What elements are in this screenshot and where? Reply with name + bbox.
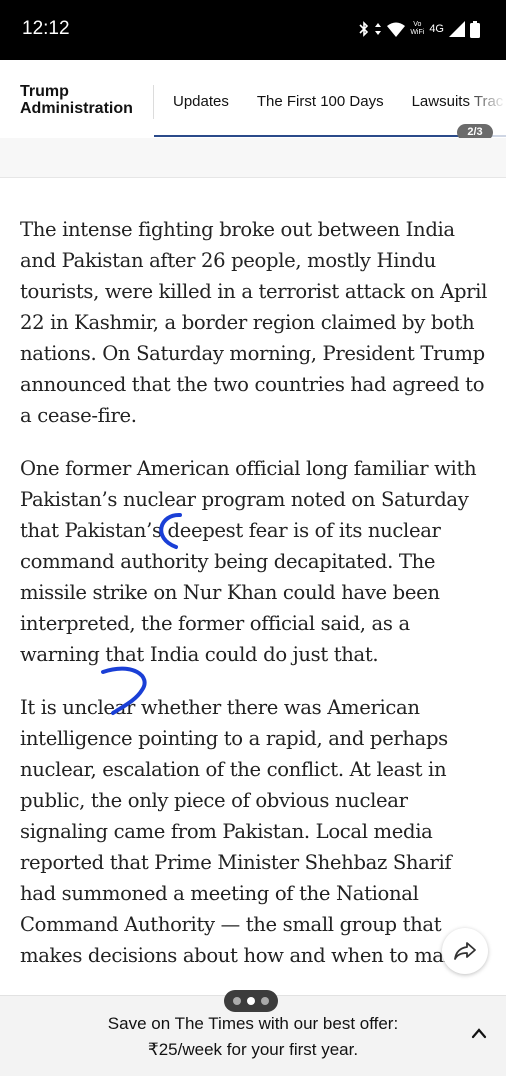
carousel-dots — [224, 990, 278, 1012]
nav-fade — [466, 80, 506, 120]
signal-icon — [449, 21, 465, 37]
status-icons: Vo WiFi 4G — [359, 18, 480, 40]
share-button[interactable] — [442, 928, 488, 974]
status-time: 12:12 — [22, 18, 70, 39]
article-paragraph: The intense fighting broke out between I… — [20, 218, 487, 427]
chevron-up-icon[interactable] — [470, 1026, 488, 1040]
carousel-dot — [233, 997, 241, 1005]
offer-price: ₹25/week for your first year. — [147, 1040, 359, 1059]
article-paragraph: One former American official long famili… — [20, 457, 477, 666]
nav-divider — [153, 85, 154, 119]
share-arrow-icon — [454, 942, 476, 960]
nav-updates[interactable]: Updates — [173, 93, 229, 110]
vowifi-label: Vo WiFi — [410, 21, 425, 36]
nav-scroll-progress — [154, 135, 490, 137]
bluetooth-icon — [359, 21, 369, 37]
nav-links: Updates The First 100 Days Lawsuits Trac — [173, 93, 506, 110]
offer-headline: Save on The Times with our best offer: — [107, 1014, 399, 1033]
data-arrows-icon — [375, 23, 382, 35]
battery-icon — [470, 20, 480, 38]
nav-first-100-days[interactable]: The First 100 Days — [257, 93, 384, 110]
ad-slot-band — [0, 138, 506, 178]
carousel-dot-active — [247, 997, 255, 1005]
article-body: The intense fighting broke out between I… — [20, 214, 490, 993]
wifi-icon — [387, 22, 406, 37]
carousel-dot — [261, 997, 269, 1005]
status-bar: 12:12 Vo WiFi 4G — [0, 0, 506, 60]
article-paragraph: It is unclear whether there was American… — [20, 696, 467, 967]
network-type: 4G — [429, 23, 444, 35]
section-title[interactable]: Trump Administration — [20, 83, 133, 117]
